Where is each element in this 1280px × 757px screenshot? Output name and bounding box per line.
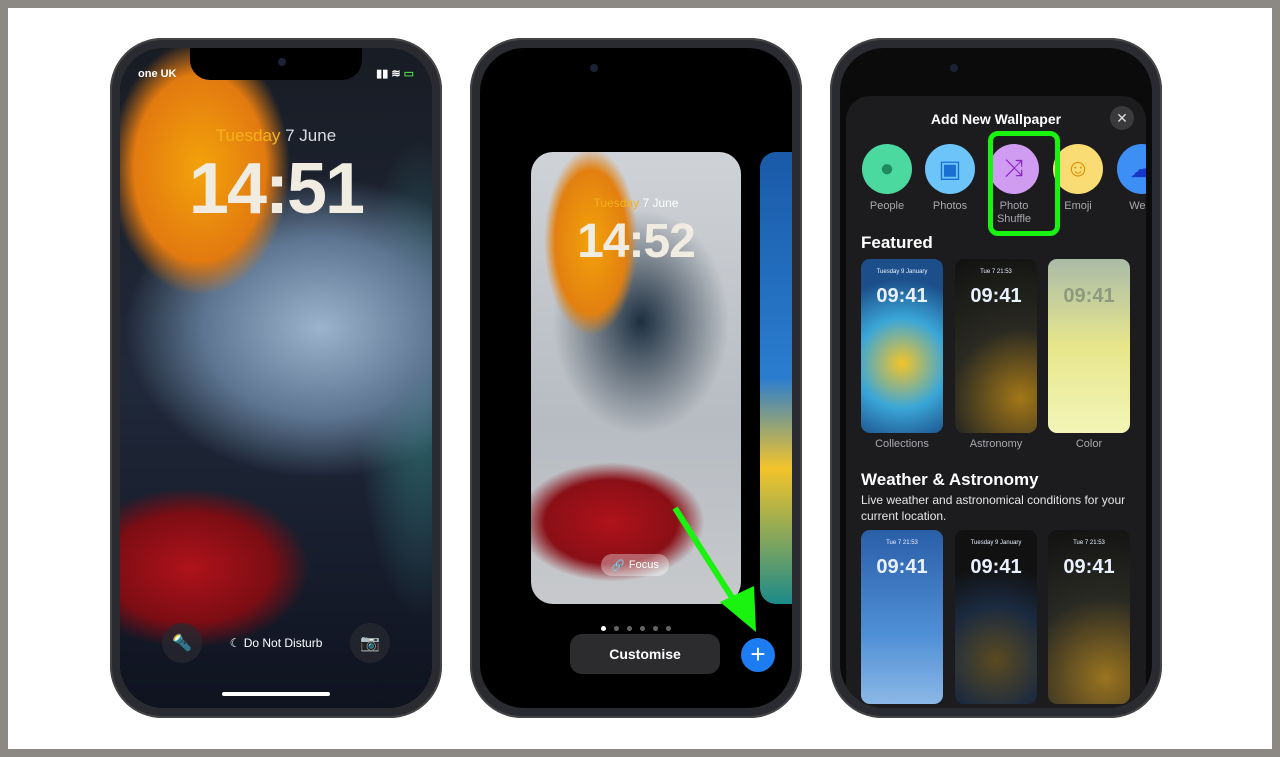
person-icon: ● [862,144,912,194]
customise-button[interactable]: Customise [570,634,720,674]
weather-thumb[interactable]: Tue 7 21:53 09:41 [861,530,943,704]
add-wallpaper-sheet: Add New Wallpaper ✕ ● People ▣ Photos ⤨ Pho… [846,96,1146,708]
carrier-label: one UK [138,68,177,80]
focus-button[interactable]: 🔗 Focus [601,554,669,576]
phone-add-wallpaper: Add New Wallpaper ✕ ● People ▣ Photos ⤨ Pho… [830,38,1162,718]
camera-lens [950,64,958,72]
weather-icon: ☁ [1117,144,1146,194]
emoji-icon: ☺ [1053,144,1103,194]
option-people[interactable]: ● People [861,144,913,213]
wallpaper [120,48,432,708]
highlight-box [988,131,1060,236]
thumb-label: Color [1075,438,1103,450]
add-wallpaper-button[interactable]: + [741,638,775,672]
featured-color[interactable]: 09:41 [1048,259,1130,433]
featured-astronomy[interactable]: Tue 7 21:53 09:41 [955,259,1037,433]
moon-icon: ☾ [229,636,244,650]
camera-lens [278,58,286,66]
link-icon: 🔗 [611,559,625,572]
featured-heading: Featured [861,233,933,252]
camera-lens [590,64,598,72]
lock-time: 14:51 [188,149,365,229]
phone-wallpaper-switcher: Tuesday 7 June 14:52 🔗 Focus Customise + [470,38,802,718]
astronomy-earth-thumb[interactable]: Tuesday 9 January 09:41 [955,530,1037,704]
option-photos[interactable]: ▣ Photos [924,144,976,213]
card-date: Tuesday 7 June [593,196,679,210]
weather-description: Live weather and astronomical conditions… [861,493,1126,523]
astronomy-closeup-thumb[interactable]: Tue 7 21:53 09:41 [1048,530,1130,704]
photos-icon: ▣ [925,144,975,194]
status-icons: ▮▮ ≋ ▭ [376,68,414,80]
sheet-title: Add New Wallpaper [930,111,1062,127]
weather-heading: Weather & Astronomy [861,470,1039,489]
home-indicator[interactable] [222,692,330,696]
close-button[interactable]: ✕ [1110,106,1134,130]
arrow-annotation [672,506,756,632]
phone-lock-screen: one UK ▮▮ ≋ ▭ Tuesday 7 June 14:51 🔦 ☾ D… [110,38,442,718]
thumb-label: Collections [875,438,929,450]
camera-icon[interactable]: 📷 [350,623,390,663]
card-time: 14:52 [577,215,696,268]
lock-date: Tuesday 7 June [215,126,337,145]
featured-collections[interactable]: Tuesday 9 January 09:41 [861,259,943,433]
option-weather[interactable]: ☁Weat [1116,144,1146,213]
thumb-label: Astronomy [969,438,1023,450]
